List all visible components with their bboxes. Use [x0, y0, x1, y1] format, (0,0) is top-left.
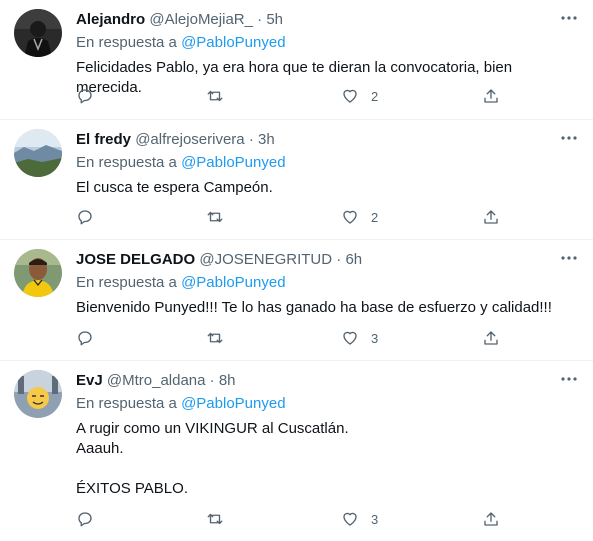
tweet-actions: 2	[76, 86, 581, 108]
share-icon	[484, 331, 498, 345]
reply-prefix: En respuesta a	[76, 154, 177, 171]
tweet-text-blank-line	[76, 459, 581, 479]
display-name[interactable]: El fredy	[76, 131, 131, 148]
retweet-button[interactable]	[206, 509, 224, 529]
separator-dot: ·	[209, 372, 215, 389]
tweet-text-line: Aaauh.	[76, 440, 124, 457]
tweet-actions: 3	[76, 328, 581, 350]
share-button[interactable]	[482, 509, 500, 529]
retweet-icon	[207, 332, 223, 344]
heart-icon	[343, 331, 357, 345]
share-icon	[484, 89, 498, 103]
reply-context: En respuesta a @PabloPunyed	[76, 273, 581, 293]
share-button[interactable]	[482, 328, 500, 348]
tweet-text-line: A rugir como un VIKINGUR al Cuscatlán.	[76, 420, 349, 437]
reply-icon	[78, 210, 92, 225]
tweet-header: EvJ @Mtro_aldana · 8h	[76, 371, 581, 391]
share-button[interactable]	[482, 86, 500, 106]
timestamp[interactable]: 3h	[258, 131, 275, 148]
separator-dot: ·	[336, 251, 342, 268]
tweet-text-line: El cusca te espera Campeón.	[76, 179, 273, 196]
avatar[interactable]	[14, 370, 62, 418]
like-button[interactable]: 3	[341, 509, 378, 529]
tweet-text-line: Bienvenido Punyed!!! Te lo has ganado ha…	[76, 299, 552, 316]
share-icon	[484, 512, 498, 526]
more-options-icon[interactable]	[557, 130, 581, 146]
retweet-button[interactable]	[206, 328, 224, 348]
reply-context: En respuesta a @PabloPunyed	[76, 153, 581, 173]
mention-link[interactable]: @PabloPunyed	[181, 154, 285, 171]
reply-icon	[78, 331, 92, 346]
like-count: 2	[371, 209, 379, 225]
tweet-header: El fredy @alfrejoserivera · 3h	[76, 130, 581, 150]
tweet-header: JOSE DELGADO @JOSENEGRITUD · 6h	[76, 250, 581, 270]
tweet-text-line: ÉXITOS PABLO.	[76, 480, 188, 497]
tweet-text: A rugir como un VIKINGUR al Cuscatlán. A…	[76, 419, 581, 499]
more-options-icon[interactable]	[557, 250, 581, 266]
tweet-actions: 3	[76, 509, 581, 531]
user-handle[interactable]: @Mtro_aldana	[107, 372, 206, 389]
more-options-icon[interactable]	[557, 10, 581, 26]
like-count: 3	[371, 511, 379, 527]
display-name[interactable]: EvJ	[76, 372, 103, 389]
share-button[interactable]	[482, 207, 500, 227]
mention-link[interactable]: @PabloPunyed	[181, 34, 285, 51]
retweet-icon	[207, 90, 223, 102]
tweet-header: Alejandro @AlejoMejiaR_ · 5h	[76, 10, 581, 30]
user-handle[interactable]: @alfrejoserivera	[135, 131, 244, 148]
retweet-icon	[207, 513, 223, 525]
like-button[interactable]: 2	[341, 207, 378, 227]
retweet-button[interactable]	[206, 207, 224, 227]
heart-icon	[343, 512, 357, 526]
timestamp[interactable]: 8h	[219, 372, 236, 389]
heart-icon	[343, 210, 357, 224]
like-button[interactable]: 2	[341, 86, 378, 106]
timestamp[interactable]: 5h	[266, 11, 283, 28]
more-options-icon[interactable]	[557, 371, 581, 387]
reply-context: En respuesta a @PabloPunyed	[76, 394, 581, 414]
display-name[interactable]: Alejandro	[76, 11, 145, 28]
tweet[interactable]: JOSE DELGADO @JOSENEGRITUD · 6h En respu…	[0, 240, 593, 361]
user-handle[interactable]: @JOSENEGRITUD	[199, 251, 332, 268]
reply-button[interactable]	[76, 509, 94, 529]
like-button[interactable]: 3	[341, 328, 378, 348]
reply-context: En respuesta a @PabloPunyed	[76, 33, 581, 53]
reply-button[interactable]	[76, 328, 94, 348]
like-count: 2	[371, 88, 379, 104]
reply-button[interactable]	[76, 207, 94, 227]
user-handle[interactable]: @AlejoMejiaR_	[149, 11, 253, 28]
retweet-button[interactable]	[206, 86, 224, 106]
tweet[interactable]: El fredy @alfrejoserivera · 3h En respue…	[0, 120, 593, 240]
like-count: 3	[371, 330, 379, 346]
reply-button[interactable]	[76, 86, 94, 106]
separator-dot: ·	[248, 131, 254, 148]
tweet-text: Bienvenido Punyed!!! Te lo has ganado ha…	[76, 298, 581, 318]
retweet-icon	[207, 211, 223, 223]
tweet[interactable]: Alejandro @AlejoMejiaR_ · 5h En respuest…	[0, 0, 593, 120]
heart-icon	[343, 89, 357, 103]
avatar[interactable]	[14, 129, 62, 177]
tweet-text: El cusca te espera Campeón.	[76, 178, 581, 198]
tweet-actions: 2	[76, 207, 581, 229]
reply-prefix: En respuesta a	[76, 395, 177, 412]
reply-prefix: En respuesta a	[76, 274, 177, 291]
reply-prefix: En respuesta a	[76, 34, 177, 51]
avatar[interactable]	[14, 249, 62, 297]
display-name[interactable]: JOSE DELGADO	[76, 251, 195, 268]
mention-link[interactable]: @PabloPunyed	[181, 274, 285, 291]
mention-link[interactable]: @PabloPunyed	[181, 395, 285, 412]
tweet[interactable]: EvJ @Mtro_aldana · 8h En respuesta a @Pa…	[0, 361, 593, 541]
share-icon	[484, 210, 498, 224]
timestamp[interactable]: 6h	[345, 251, 362, 268]
reply-icon	[78, 89, 92, 104]
avatar[interactable]	[14, 9, 62, 57]
reply-icon	[78, 512, 92, 527]
separator-dot: ·	[257, 11, 263, 28]
